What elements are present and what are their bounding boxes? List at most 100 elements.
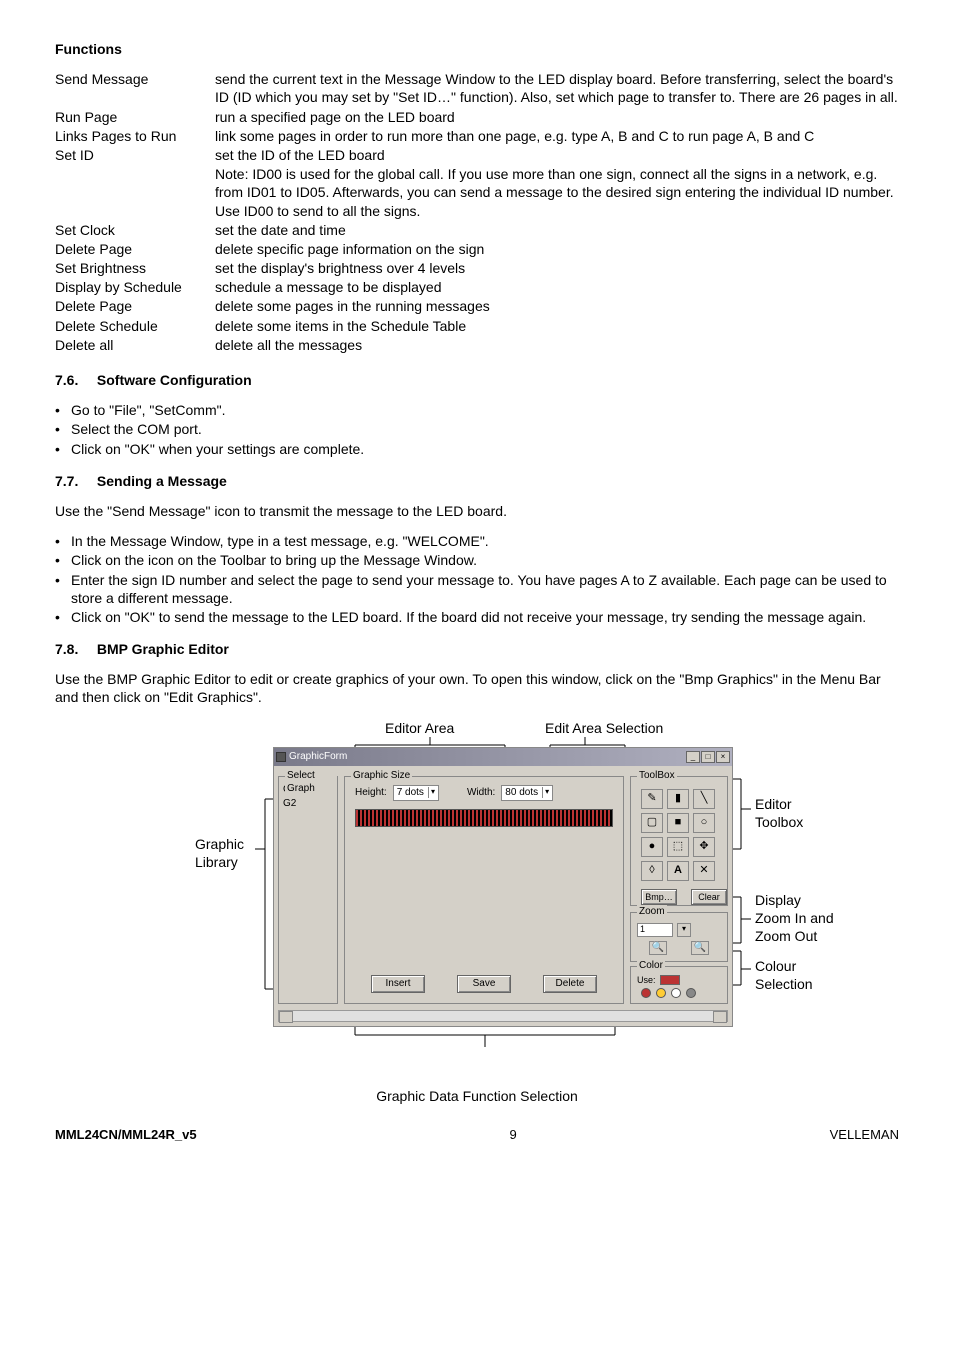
section-7-7-title: 7.7. Sending a Message [55, 472, 899, 490]
circle-outline-tool-icon[interactable]: ○ [693, 813, 715, 833]
minimize-button[interactable]: _ [686, 751, 700, 763]
table-row: Note: ID00 is used for the global call. … [55, 165, 899, 221]
func-term: Links Pages to Run [55, 127, 215, 146]
color-option-white[interactable] [671, 988, 681, 998]
horizontal-scrollbar[interactable] [278, 1010, 728, 1022]
sec77-intro: Use the "Send Message" icon to transmit … [55, 502, 899, 520]
func-desc: delete specific page information on the … [215, 240, 899, 259]
rect-fill-tool-icon[interactable]: ■ [667, 813, 689, 833]
insert-button[interactable]: Insert [371, 975, 425, 993]
table-row: Delete Pagedelete some pages in the runn… [55, 297, 899, 316]
window-title: GraphicForm [289, 750, 347, 763]
zoom-in-icon[interactable]: 🔍 [691, 941, 709, 955]
func-term: Delete Page [55, 240, 215, 259]
group-legend: Zoom [637, 905, 667, 918]
label-text: Zoom In and [755, 910, 834, 926]
pencil-tool-icon[interactable]: ✎ [641, 789, 663, 809]
maximize-button[interactable]: □ [701, 751, 715, 763]
zoom-input[interactable]: 1 [637, 923, 673, 937]
color-option-grey[interactable] [686, 988, 696, 998]
toolbox-group: ToolBox ✎ ▮ ╲ ▢ ■ ○ ● ⬚ ✥ ◊ A ✕ Bmp… [630, 776, 728, 906]
func-term: Set Clock [55, 221, 215, 240]
fill-tool-icon[interactable]: ▮ [667, 789, 689, 809]
func-term [55, 165, 215, 221]
ellipse-fill-tool-icon[interactable]: ● [641, 837, 663, 857]
func-term: Delete Page [55, 297, 215, 316]
chevron-down-icon: ▾ [542, 787, 549, 797]
table-row: Run Pagerun a specified page on the LED … [55, 108, 899, 127]
width-label: Width: [467, 786, 495, 799]
list-item[interactable]: G2 [283, 797, 333, 811]
func-term: Set ID [55, 146, 215, 165]
func-term: Set Brightness [55, 259, 215, 278]
func-desc: Note: ID00 is used for the global call. … [215, 165, 899, 221]
group-legend: Graphic Size [351, 769, 412, 782]
save-button[interactable]: Save [457, 975, 511, 993]
label-text: Library [195, 854, 238, 870]
rect-outline-tool-icon[interactable]: ▢ [641, 813, 663, 833]
list-item: Select the COM port. [55, 420, 899, 438]
move-tool-icon[interactable]: ✥ [693, 837, 715, 857]
func-term: Run Page [55, 108, 215, 127]
section-number: 7.8. [55, 640, 93, 658]
color-swatch[interactable] [660, 975, 680, 985]
eraser-tool-icon[interactable]: ◊ [641, 861, 663, 881]
graphicform-window: GraphicForm _ □ × Select Graph G1 G2 Gra… [273, 747, 733, 1027]
label-text: Graphic [195, 836, 244, 852]
chevron-down-icon: ▾ [428, 787, 435, 797]
func-term: Delete all [55, 336, 215, 355]
section-number: 7.7. [55, 472, 93, 490]
label-editor-area: Editor Area [385, 719, 454, 737]
table-row: Delete alldelete all the messages [55, 336, 899, 355]
label-text: Selection [755, 976, 813, 992]
text-tool-icon[interactable]: A [667, 861, 689, 881]
preview-canvas[interactable] [355, 809, 613, 827]
select-tool-icon[interactable]: ⬚ [667, 837, 689, 857]
bmp-button[interactable]: Bmp… [641, 889, 677, 905]
functions-table: Send Messagesend the current text in the… [55, 70, 899, 355]
close-button[interactable]: × [716, 751, 730, 763]
func-desc: link some pages in order to run more tha… [215, 127, 899, 146]
label-text: Colour [755, 958, 796, 974]
figure-caption: Graphic Data Function Selection [55, 1087, 899, 1105]
titlebar: GraphicForm _ □ × [274, 748, 732, 766]
figure-graphic-editor: Editor Area Edit Area Selection Graphic … [55, 719, 899, 1079]
func-desc: run a specified page on the LED board [215, 108, 899, 127]
zoom-out-icon[interactable]: 🔍 [649, 941, 667, 955]
label-text: Toolbox [755, 814, 803, 830]
sec76-list: Go to "File", "SetComm". Select the COM … [55, 401, 899, 458]
select-value: 80 dots [505, 786, 538, 799]
list-item: Click on the icon on the Toolbar to brin… [55, 551, 899, 569]
clear-tool-icon[interactable]: ✕ [693, 861, 715, 881]
functions-heading: Functions [55, 40, 899, 58]
zoom-stepper[interactable]: ▾ [677, 923, 691, 937]
label-display-zoom: Display Zoom In and Zoom Out [755, 891, 834, 946]
func-desc: schedule a message to be displayed [215, 278, 899, 297]
use-label: Use: [637, 975, 656, 987]
color-group: Color Use: [630, 966, 728, 1004]
list-item: Click on "OK" when your settings are com… [55, 440, 899, 458]
label-edit-area-selection: Edit Area Selection [545, 719, 663, 737]
delete-button[interactable]: Delete [543, 975, 597, 993]
app-icon [276, 752, 286, 762]
color-option-yellow[interactable] [656, 988, 666, 998]
func-desc: send the current text in the Message Win… [215, 70, 899, 107]
func-desc: delete some items in the Schedule Table [215, 317, 899, 336]
color-option-red[interactable] [641, 988, 651, 998]
table-row: Delete Scheduledelete some items in the … [55, 317, 899, 336]
table-row: Send Messagesend the current text in the… [55, 70, 899, 107]
page-footer: MML24CN/MML24R_v5 9 VELLEMAN [55, 1127, 899, 1144]
section-text: Software Configuration [97, 372, 252, 388]
sec78-intro: Use the BMP Graphic Editor to edit or cr… [55, 670, 899, 706]
sec77-list: In the Message Window, type in a test me… [55, 532, 899, 626]
height-select[interactable]: 7 dots▾ [393, 785, 439, 801]
line-tool-icon[interactable]: ╲ [693, 789, 715, 809]
zoom-group: Zoom 1 ▾ 🔍 🔍 [630, 912, 728, 962]
label-graphic-library: Graphic Library [195, 835, 244, 871]
clear-button[interactable]: Clear [691, 889, 727, 905]
width-select[interactable]: 80 dots ▾ [501, 785, 553, 801]
table-row: Set Clockset the date and time [55, 221, 899, 240]
func-desc: delete some pages in the running message… [215, 297, 899, 316]
footer-left: MML24CN/MML24R_v5 [55, 1127, 197, 1144]
height-label: Height: [355, 786, 387, 799]
